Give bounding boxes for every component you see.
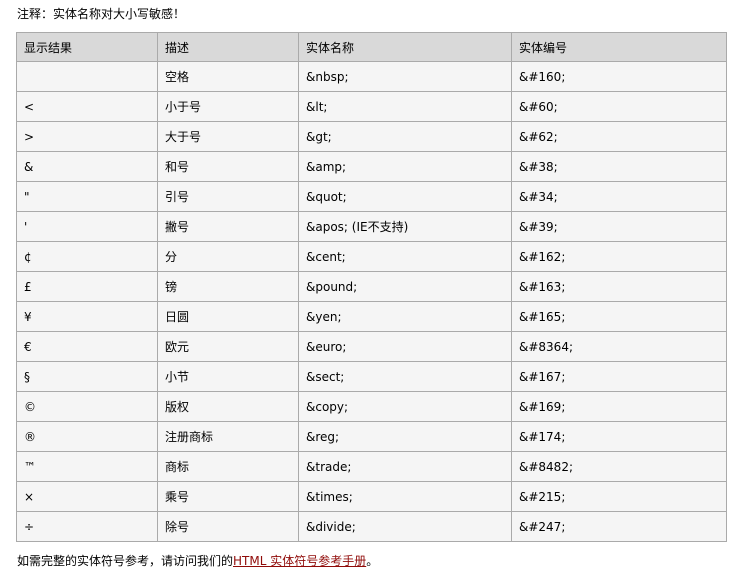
cell-entity-name: &reg; [298, 421, 512, 452]
table-row: " 引号 &quot; &#34; [16, 181, 727, 212]
cell-entity-number: &#162; [511, 241, 727, 272]
cell-entity-number: &#247; [511, 511, 727, 542]
cell-result: & [16, 151, 158, 182]
cell-entity-name: &sect; [298, 361, 512, 392]
cell-entity-number: &#38; [511, 151, 727, 182]
cell-entity-name: &quot; [298, 181, 512, 212]
header-result: 显示结果 [16, 32, 158, 62]
table-row: ¥ 日圆 &yen; &#165; [16, 301, 727, 332]
cell-entity-name: &yen; [298, 301, 512, 332]
cell-result: ® [16, 421, 158, 452]
cell-entity-name: &lt; [298, 91, 512, 122]
cell-entity-number: &#215; [511, 481, 727, 512]
cell-entity-number: &#160; [511, 61, 727, 92]
header-description: 描述 [157, 32, 299, 62]
cell-result: € [16, 331, 158, 362]
cell-result: > [16, 121, 158, 152]
cell-description: 大于号 [157, 121, 299, 152]
table-row: 空格 &nbsp; &#160; [16, 61, 727, 92]
table-row: ® 注册商标 &reg; &#174; [16, 421, 727, 452]
table-row: © 版权 &copy; &#169; [16, 391, 727, 422]
cell-description: 日圆 [157, 301, 299, 332]
table-body: 空格 &nbsp; &#160; < 小于号 &lt; &#60; > 大于号 &gt; &#62;… [16, 61, 727, 542]
cell-result: ' [16, 211, 158, 242]
cell-entity-number: &#165; [511, 301, 727, 332]
cell-entity-name: &euro; [298, 331, 512, 362]
cell-description: 乘号 [157, 481, 299, 512]
table-row: × 乘号 &times; &#215; [16, 481, 727, 512]
table-row: < 小于号 &lt; &#60; [16, 91, 727, 122]
cell-entity-name: &cent; [298, 241, 512, 272]
cell-description: 镑 [157, 271, 299, 302]
cell-entity-name: &nbsp; [298, 61, 512, 92]
cell-description: 撇号 [157, 211, 299, 242]
cell-description: 分 [157, 241, 299, 272]
header-entity-name: 实体名称 [298, 32, 512, 62]
table-row: ™ 商标 &trade; &#8482; [16, 451, 727, 482]
table-header-row: 显示结果 描述 实体名称 实体编号 [16, 32, 727, 62]
cell-result: ¥ [16, 301, 158, 332]
cell-entity-number: &#62; [511, 121, 727, 152]
case-sensitivity-note: 注释：实体名称对大小写敏感！ [17, 7, 186, 21]
footer-prefix: 如需完整的实体符号参考，请访问我们的 [17, 554, 234, 568]
header-entity-number: 实体编号 [511, 32, 727, 62]
cell-entity-number: &#174; [511, 421, 727, 452]
table-row: £ 镑 &pound; &#163; [16, 271, 727, 302]
cell-description: 版权 [157, 391, 299, 422]
table-row: € 欧元 &euro; &#8364; [16, 331, 727, 362]
table-row: ¢ 分 &cent; &#162; [16, 241, 727, 272]
table-row: ' 撇号 &apos; (IE不支持) &#39; [16, 211, 727, 242]
cell-description: 欧元 [157, 331, 299, 362]
cell-result: × [16, 481, 158, 512]
cell-entity-number: &#163; [511, 271, 727, 302]
cell-entity-number: &#34; [511, 181, 727, 212]
cell-result: ¢ [16, 241, 158, 272]
cell-entity-number: &#167; [511, 361, 727, 392]
cell-description: 商标 [157, 451, 299, 482]
cell-description: 小于号 [157, 91, 299, 122]
cell-entity-name: &gt; [298, 121, 512, 152]
cell-description: 和号 [157, 151, 299, 182]
table-row: § 小节 &sect; &#167; [16, 361, 727, 392]
cell-entity-name: &times; [298, 481, 512, 512]
cell-entity-number: &#39; [511, 211, 727, 242]
cell-entity-name: &copy; [298, 391, 512, 422]
footer-suffix: 。 [366, 554, 379, 568]
cell-entity-name: &divide; [298, 511, 512, 542]
cell-result: £ [16, 271, 158, 302]
cell-result: © [16, 391, 158, 422]
cell-description: 空格 [157, 61, 299, 92]
cell-description: 小节 [157, 361, 299, 392]
cell-description: 注册商标 [157, 421, 299, 452]
cell-entity-name: &apos; (IE不支持) [298, 211, 512, 242]
cell-result: ™ [16, 451, 158, 482]
cell-description: 除号 [157, 511, 299, 542]
entity-reference-link[interactable]: HTML 实体符号参考手册 [233, 554, 366, 568]
table-row: ÷ 除号 &divide; &#247; [16, 511, 727, 542]
cell-result [16, 61, 158, 92]
cell-result: § [16, 361, 158, 392]
entity-reference-table: 显示结果 描述 实体名称 实体编号 空格 &nbsp; &#160; < 小于号 &lt;… [16, 32, 727, 542]
cell-entity-number: &#169; [511, 391, 727, 422]
cell-description: 引号 [157, 181, 299, 212]
cell-entity-number: &#8482; [511, 451, 727, 482]
cell-entity-name: &trade; [298, 451, 512, 482]
cell-entity-number: &#8364; [511, 331, 727, 362]
cell-result: < [16, 91, 158, 122]
table-row: & 和号 &amp; &#38; [16, 151, 727, 182]
cell-entity-number: &#60; [511, 91, 727, 122]
footer-text: 如需完整的实体符号参考，请访问我们的HTML 实体符号参考手册。 [17, 553, 378, 569]
table-row: > 大于号 &gt; &#62; [16, 121, 727, 152]
cell-result: " [16, 181, 158, 212]
cell-entity-name: &amp; [298, 151, 512, 182]
cell-result: ÷ [16, 511, 158, 542]
cell-entity-name: &pound; [298, 271, 512, 302]
